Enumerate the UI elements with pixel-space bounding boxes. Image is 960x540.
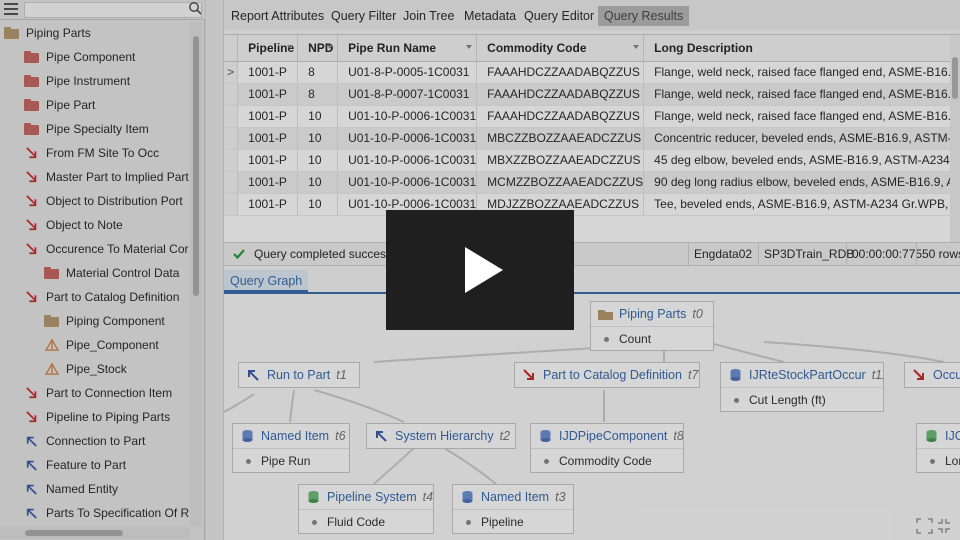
app-window: Piping Parts Pipe Component Pipe Instrumen… — [0, 0, 960, 540]
play-button[interactable] — [386, 210, 574, 330]
play-icon — [465, 247, 503, 293]
